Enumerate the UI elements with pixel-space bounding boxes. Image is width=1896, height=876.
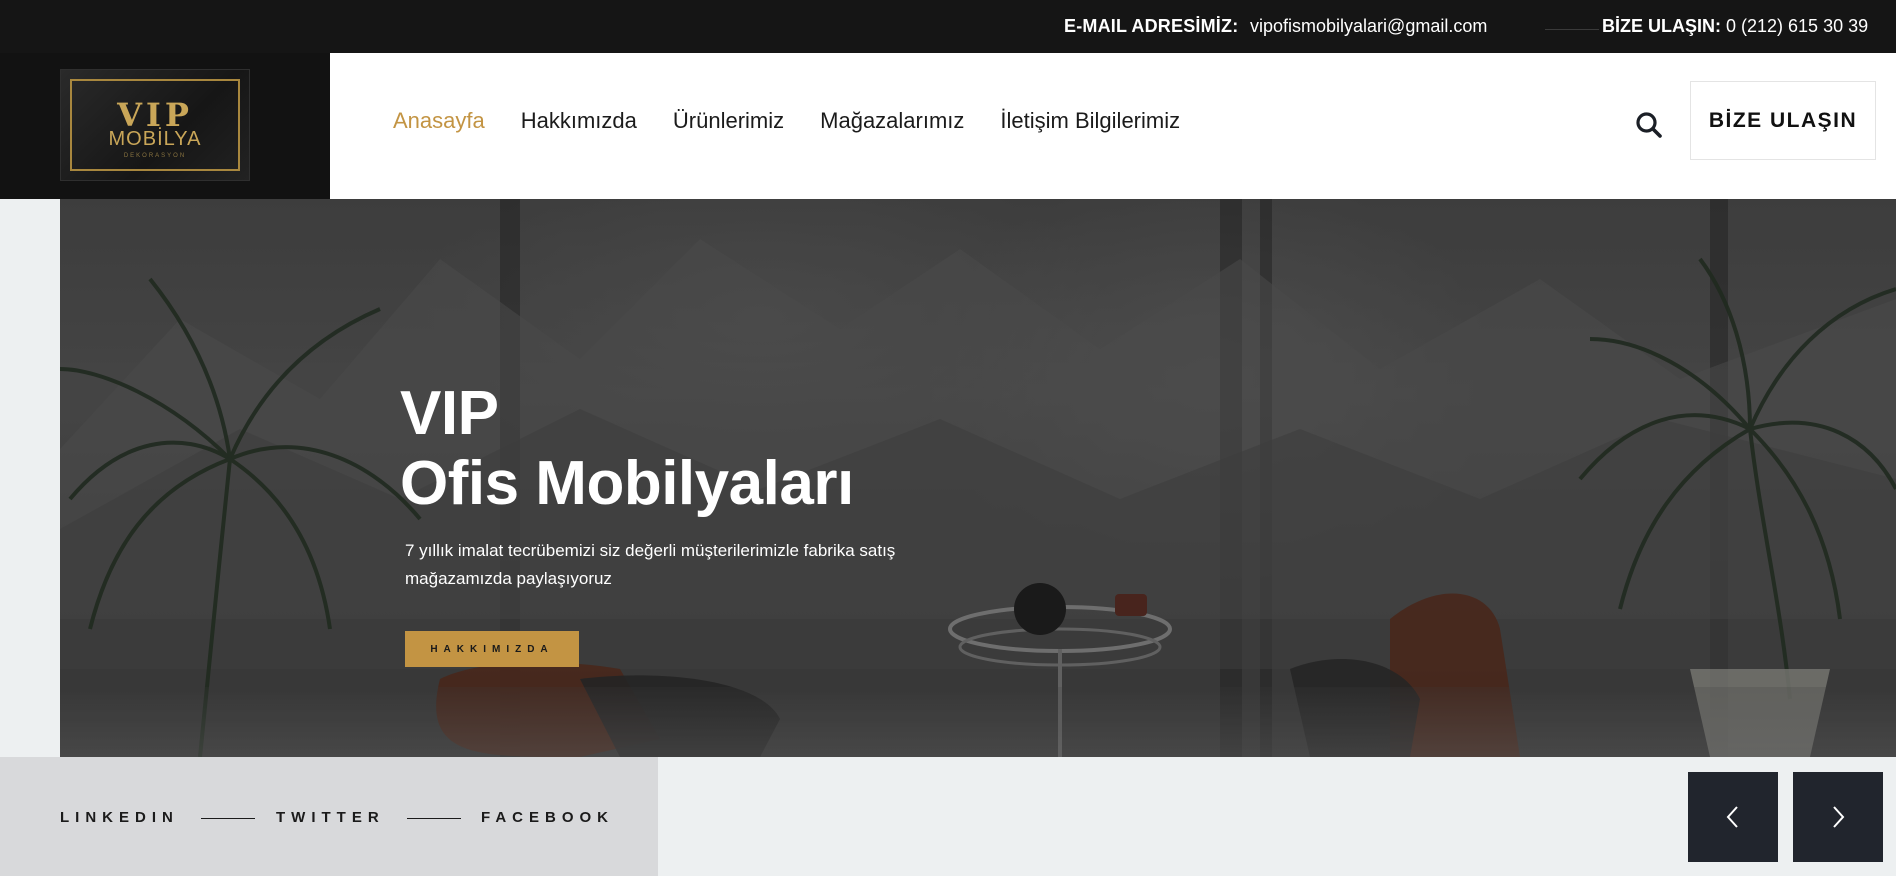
header: VIP MOBİLYA DEKORASYON Anasayfa Hakkımız… <box>0 53 1896 199</box>
nav-item-hakkimizda[interactable]: Hakkımızda <box>521 108 637 134</box>
divider <box>1545 29 1599 30</box>
logo-mobilya-text: MOBİLYA <box>108 128 202 150</box>
email-label: E-MAIL ADRESİMİZ: <box>1064 16 1239 36</box>
hero-title-line2: Ofis Mobilyaları <box>400 449 854 518</box>
nav-item-iletisim[interactable]: İletişim Bilgilerimiz <box>1000 108 1180 134</box>
logo-container[interactable]: VIP MOBİLYA DEKORASYON <box>0 53 330 199</box>
slider-prev-button[interactable] <box>1688 772 1778 862</box>
main-nav: Anasayfa Hakkımızda Ürünlerimiz Mağazala… <box>393 108 1216 134</box>
hero-title: VIP Ofis Mobilyaları <box>400 379 854 519</box>
facebook-link[interactable]: FACEBOOK <box>481 809 614 826</box>
divider <box>201 818 255 819</box>
top-bar: E-MAIL ADRESİMİZ: vipofismobilyalari@gma… <box>0 0 1896 53</box>
social-bar: LINKEDIN TWITTER FACEBOOK <box>0 757 658 876</box>
nav-item-urunlerimiz[interactable]: Ürünlerimiz <box>673 108 784 134</box>
nav-item-magazalarimiz[interactable]: Mağazalarımız <box>820 108 964 134</box>
hero-description: 7 yıllık imalat tecrübemizi siz değerli … <box>405 541 896 588</box>
search-icon[interactable] <box>1634 110 1664 140</box>
contact-button[interactable]: BİZE ULAŞIN <box>1690 81 1876 160</box>
about-button[interactable]: HAKKIMIZDA <box>405 631 579 667</box>
logo-tagline: DEKORASYON <box>123 153 187 159</box>
slider-next-button[interactable] <box>1793 772 1883 862</box>
hero-overlay <box>60 199 1896 757</box>
chevron-left-icon <box>1726 806 1738 828</box>
divider <box>407 818 461 819</box>
hero-title-line1: VIP <box>400 379 499 448</box>
phone-link[interactable]: 0 (212) 615 30 39 <box>1726 16 1868 37</box>
hero-slider: VIP Ofis Mobilyaları 7 yıllık imalat tec… <box>60 199 1896 757</box>
nav-item-anasayfa[interactable]: Anasayfa <box>393 108 485 134</box>
phone-label: BİZE ULAŞIN: <box>1602 16 1721 36</box>
email-link[interactable]: vipofismobilyalari@gmail.com <box>1250 16 1487 37</box>
chevron-right-icon <box>1833 806 1845 828</box>
twitter-link[interactable]: TWITTER <box>276 809 385 826</box>
logo[interactable]: VIP MOBİLYA DEKORASYON <box>60 69 250 181</box>
linkedin-link[interactable]: LINKEDIN <box>60 809 179 826</box>
